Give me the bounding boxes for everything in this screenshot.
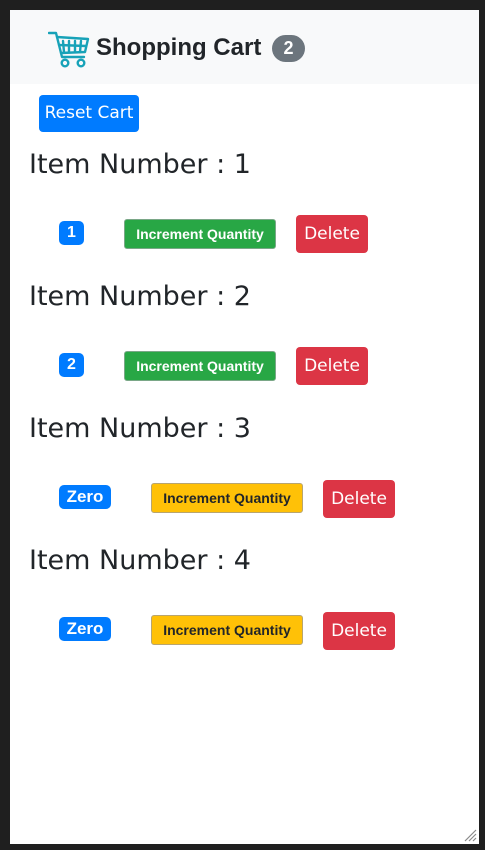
increment-quantity-button[interactable]: Increment Quantity bbox=[124, 351, 276, 381]
item-heading: Item Number : 4 bbox=[29, 545, 251, 576]
delete-button[interactable]: Delete bbox=[296, 215, 368, 253]
quantity-badge: 2 bbox=[59, 353, 84, 377]
cart-item: Item Number : 2 2 Increment Quantity Del… bbox=[10, 279, 479, 409]
app-window: Shopping Cart 2 Reset Cart Item Number :… bbox=[10, 10, 479, 844]
reset-cart-button[interactable]: Reset Cart bbox=[39, 95, 139, 132]
quantity-badge: Zero bbox=[59, 485, 111, 509]
item-heading: Item Number : 3 bbox=[29, 413, 251, 444]
item-heading: Item Number : 2 bbox=[29, 281, 251, 312]
shopping-cart-icon bbox=[48, 31, 90, 68]
page-title: Shopping Cart bbox=[96, 34, 262, 61]
resize-grip-icon[interactable] bbox=[463, 828, 477, 842]
quantity-badge: Zero bbox=[59, 617, 111, 641]
item-heading: Item Number : 1 bbox=[29, 149, 251, 180]
delete-button[interactable]: Delete bbox=[296, 347, 368, 385]
increment-quantity-button[interactable]: Increment Quantity bbox=[151, 483, 303, 513]
increment-quantity-button[interactable]: Increment Quantity bbox=[124, 219, 276, 249]
cart-count-badge: 2 bbox=[272, 35, 305, 62]
cart-item: Item Number : 3 Zero Increment Quantity … bbox=[10, 411, 479, 541]
cart-item: Item Number : 4 Zero Increment Quantity … bbox=[10, 543, 479, 673]
delete-button[interactable]: Delete bbox=[323, 480, 395, 518]
cart-item: Item Number : 1 1 Increment Quantity Del… bbox=[10, 147, 479, 277]
navbar: Shopping Cart 2 bbox=[10, 10, 479, 84]
delete-button[interactable]: Delete bbox=[323, 612, 395, 650]
increment-quantity-button[interactable]: Increment Quantity bbox=[151, 615, 303, 645]
quantity-badge: 1 bbox=[59, 221, 84, 245]
